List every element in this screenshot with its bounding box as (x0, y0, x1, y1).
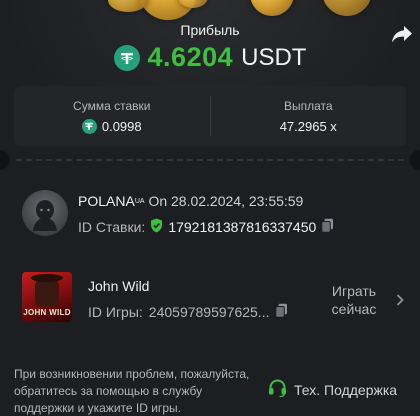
profit-header: Прибыль 4.6204 USDT Сумма ставки 0.0998 (0, 0, 420, 150)
support-link[interactable]: Тех. Поддержка (268, 379, 397, 400)
coin-decoration (250, 0, 294, 16)
payout-label: Выплата (283, 98, 333, 113)
tether-icon (81, 118, 97, 134)
game-id-label: ID Игры: (88, 304, 143, 320)
profit-currency: USDT (241, 43, 307, 71)
copy-icon[interactable] (275, 303, 288, 321)
tether-icon (113, 44, 140, 71)
bet-id-label: ID Ставки: (78, 219, 146, 235)
profit-amount: 4.6204 USDT (0, 42, 420, 73)
play-now-label-line1: Играть (331, 283, 377, 299)
coin-decoration (322, 0, 372, 16)
game-thumbnail[interactable]: JOHN WILD (22, 272, 72, 322)
game-thumbnail-logo: JOHN WILD (23, 308, 71, 317)
bet-id-line: ID Ставки: 1792181387816337450 (78, 218, 334, 236)
coin-decoration (108, 0, 148, 12)
game-name[interactable]: John Wild (88, 278, 149, 294)
bet-amount-value: 0.0998 (101, 118, 142, 134)
bet-summary-box: Сумма ставки 0.0998 Выплата 47.2965 x (14, 86, 406, 146)
bet-id-value: 1792181387816337450 (168, 219, 317, 235)
payout-value: 47.2965 x (279, 118, 337, 134)
country-flag: UA (134, 198, 145, 205)
avatar[interactable] (22, 190, 68, 236)
bet-amount-label: Сумма ставки (73, 98, 151, 113)
notch-left (0, 150, 10, 170)
profit-value: 4.6204 (147, 42, 234, 72)
game-id-line: ID Игры: 24059789597625... (88, 303, 288, 321)
shield-check-icon (150, 218, 163, 236)
chevron-right-icon[interactable] (396, 293, 404, 311)
play-now-label-line2: сейчас (331, 301, 377, 317)
payout-column: Выплата 47.2965 x (211, 86, 407, 146)
game-thumbnail-hat (31, 274, 63, 282)
support-label: Тех. Поддержка (294, 381, 398, 398)
share-icon[interactable] (390, 24, 414, 46)
ticket-perforation (0, 150, 420, 170)
copy-icon[interactable] (321, 218, 334, 236)
bet-user-line: POLANAUA On 28.02.2024, 23:55:59 (78, 193, 303, 209)
bet-details-card: Прибыль 4.6204 USDT Сумма ставки 0.0998 (0, 0, 420, 416)
profit-label: Прибыль (180, 22, 240, 38)
notch-right (410, 150, 420, 170)
bet-amount-column: Сумма ставки 0.0998 (14, 86, 210, 146)
bet-date: On 28.02.2024, 23:55:59 (148, 193, 304, 209)
help-text: При возникновении проблем, пожалуйста, о… (14, 367, 250, 415)
bet-amount: 0.0998 (81, 118, 142, 134)
game-id-value: 24059789597625... (148, 304, 270, 320)
play-now-button[interactable]: Играть сейчас (322, 282, 386, 318)
username[interactable]: POLANA (78, 193, 135, 209)
headset-icon (268, 379, 287, 400)
perforation-line (16, 159, 404, 161)
